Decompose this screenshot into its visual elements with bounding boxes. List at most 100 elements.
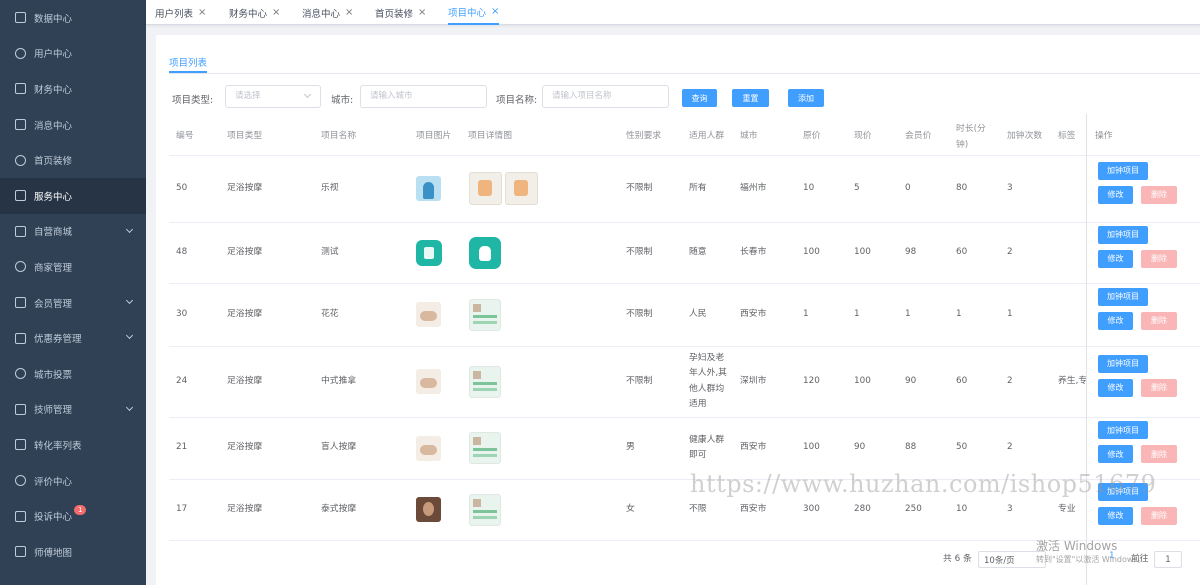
project-image[interactable] — [416, 369, 441, 394]
cell-extra: 2 — [1007, 442, 1013, 452]
delete-button[interactable]: 删除 — [1141, 378, 1177, 397]
watermark: https://www.huzhan.com/ishop51679 — [690, 470, 1157, 498]
close-icon[interactable]: × — [345, 7, 353, 18]
type-select[interactable]: 请选择 — [225, 85, 321, 108]
cell-name: 测试 — [321, 246, 339, 257]
chevron-down-icon — [125, 296, 134, 304]
vote-icon — [15, 368, 26, 380]
sidebar-item[interactable]: 师傅地图 — [0, 534, 146, 570]
row-divider — [169, 346, 1200, 347]
close-icon[interactable]: × — [491, 6, 499, 17]
cell-crowd: 年人外,其 — [689, 368, 727, 378]
sidebar-item[interactable]: 会员管理 — [0, 285, 146, 321]
cell-member-price: 0 — [905, 182, 911, 193]
sidebar-item[interactable]: 自营商城 — [0, 214, 146, 250]
extra-time-button[interactable]: 加钟项目 — [1098, 161, 1148, 180]
goto-input[interactable]: 1 — [1154, 551, 1182, 568]
extra-time-button[interactable]: 加钟项目 — [1098, 354, 1148, 373]
tab-label: 首页装修 — [375, 8, 414, 20]
delete-button[interactable]: 删除 — [1141, 249, 1177, 268]
tab-label: 财务中心 — [229, 8, 268, 20]
name-input[interactable]: 请输入项目名称 — [542, 85, 669, 108]
windows-activation-title: 激活 Windows — [1036, 539, 1118, 553]
sidebar-item[interactable]: 商家管理 — [0, 249, 146, 285]
delete-button[interactable]: 删除 — [1141, 445, 1177, 463]
sidebar-item[interactable]: 首页装修 — [0, 142, 146, 178]
cell-member-price: 98 — [905, 246, 917, 257]
tab[interactable]: 用户列表 × — [155, 0, 206, 25]
cell-extra: 2 — [1007, 375, 1013, 386]
close-icon[interactable]: × — [198, 7, 206, 18]
sidebar-item[interactable]: 用户中心 — [0, 36, 146, 72]
extra-time-button[interactable]: 加钟项目 — [1098, 421, 1148, 439]
sidebar-item-label: 优惠券管理 — [34, 334, 82, 346]
add-button[interactable]: 添加 — [788, 89, 824, 107]
subtab-project-list[interactable]: 项目列表 — [169, 55, 207, 69]
sidebar-item[interactable]: 优惠券管理 — [0, 320, 146, 356]
sidebar-item[interactable]: 财务中心 — [0, 71, 146, 107]
col-price-header: 现价 — [854, 131, 872, 141]
edit-button[interactable]: 修改 — [1098, 249, 1133, 268]
tab[interactable]: 首页装修 × — [375, 0, 426, 25]
tab-label: 用户列表 — [155, 8, 194, 20]
edit-button[interactable]: 修改 — [1098, 445, 1133, 463]
cell-gender: 男 — [626, 442, 635, 452]
sidebar-item-label: 用户中心 — [34, 49, 73, 61]
delete-button[interactable]: 删除 — [1141, 506, 1177, 525]
sidebar-item[interactable]: 城市投票 — [0, 356, 146, 392]
project-image[interactable] — [416, 497, 441, 522]
cell-extra: 3 — [1007, 503, 1013, 514]
cell-tags: 养生,专 — [1058, 375, 1088, 386]
sidebar-item[interactable]: 评价中心 — [0, 463, 146, 499]
sidebar-item[interactable]: 消息中心 — [0, 107, 146, 143]
project-image[interactable] — [416, 435, 441, 461]
sidebar-item[interactable]: 技师管理 — [0, 392, 146, 428]
tab[interactable]: 财务中心 × — [229, 0, 280, 25]
col-detail-header: 项目详情图 — [468, 131, 512, 141]
close-icon[interactable]: × — [272, 7, 280, 18]
cell-duration: 80 — [956, 182, 968, 193]
extra-time-button[interactable]: 加钟项目 — [1098, 225, 1148, 244]
project-image[interactable] — [416, 239, 442, 266]
tab[interactable]: 项目中心 × — [448, 0, 500, 25]
pagination-total: 共 6 条 — [943, 554, 972, 564]
sidebar-item[interactable]: 服务中心 — [0, 177, 146, 214]
cell-id: 50 — [176, 182, 188, 193]
cell-member-price: 88 — [905, 442, 917, 452]
cell-crowd: 他人群均 — [689, 383, 725, 394]
sidebar-item[interactable]: 投诉中心 1 — [0, 498, 146, 534]
sidebar-item-label: 数据中心 — [34, 13, 73, 25]
cell-price: 5 — [854, 182, 860, 193]
edit-button[interactable]: 修改 — [1098, 378, 1133, 397]
close-icon[interactable]: × — [418, 7, 426, 18]
project-detail-image[interactable] — [469, 365, 501, 398]
project-detail-image[interactable] — [469, 493, 501, 526]
tabs-bar: 用户列表 × 财务中心 × 消息中心 × 首页装修 × 项目中心 × — [146, 0, 1200, 25]
col-orig-price-header: 原价 — [803, 131, 821, 141]
cell-gender: 女 — [626, 503, 635, 514]
project-image[interactable] — [416, 176, 441, 201]
reset-button[interactable]: 重置 — [732, 89, 769, 107]
search-button[interactable]: 查询 — [682, 89, 717, 107]
project-detail-image[interactable] — [469, 236, 501, 269]
edit-button[interactable]: 修改 — [1098, 506, 1133, 525]
project-detail-image[interactable] — [469, 432, 501, 464]
delete-button[interactable]: 删除 — [1141, 311, 1177, 330]
cell-gender: 不限制 — [626, 182, 653, 193]
project-detail-image[interactable] — [469, 298, 501, 331]
tab[interactable]: 消息中心 × — [302, 0, 353, 25]
edit-button[interactable]: 修改 — [1098, 311, 1133, 330]
edit-button[interactable]: 修改 — [1098, 185, 1133, 204]
city-input[interactable]: 请输入城市 — [360, 85, 487, 108]
cell-gender: 不限制 — [626, 375, 653, 386]
project-detail-image[interactable] — [505, 172, 538, 205]
project-image[interactable] — [416, 302, 441, 327]
extra-time-button[interactable]: 加钟项目 — [1098, 287, 1148, 306]
cell-name: 盲人按摩 — [321, 442, 357, 452]
cell-duration: 1 — [956, 308, 962, 319]
sidebar-item[interactable]: 数据中心 — [0, 0, 146, 36]
project-detail-image[interactable] — [469, 172, 502, 205]
member-icon — [15, 297, 26, 309]
delete-button[interactable]: 删除 — [1141, 185, 1177, 204]
sidebar-item[interactable]: 转化率列表 — [0, 427, 146, 463]
